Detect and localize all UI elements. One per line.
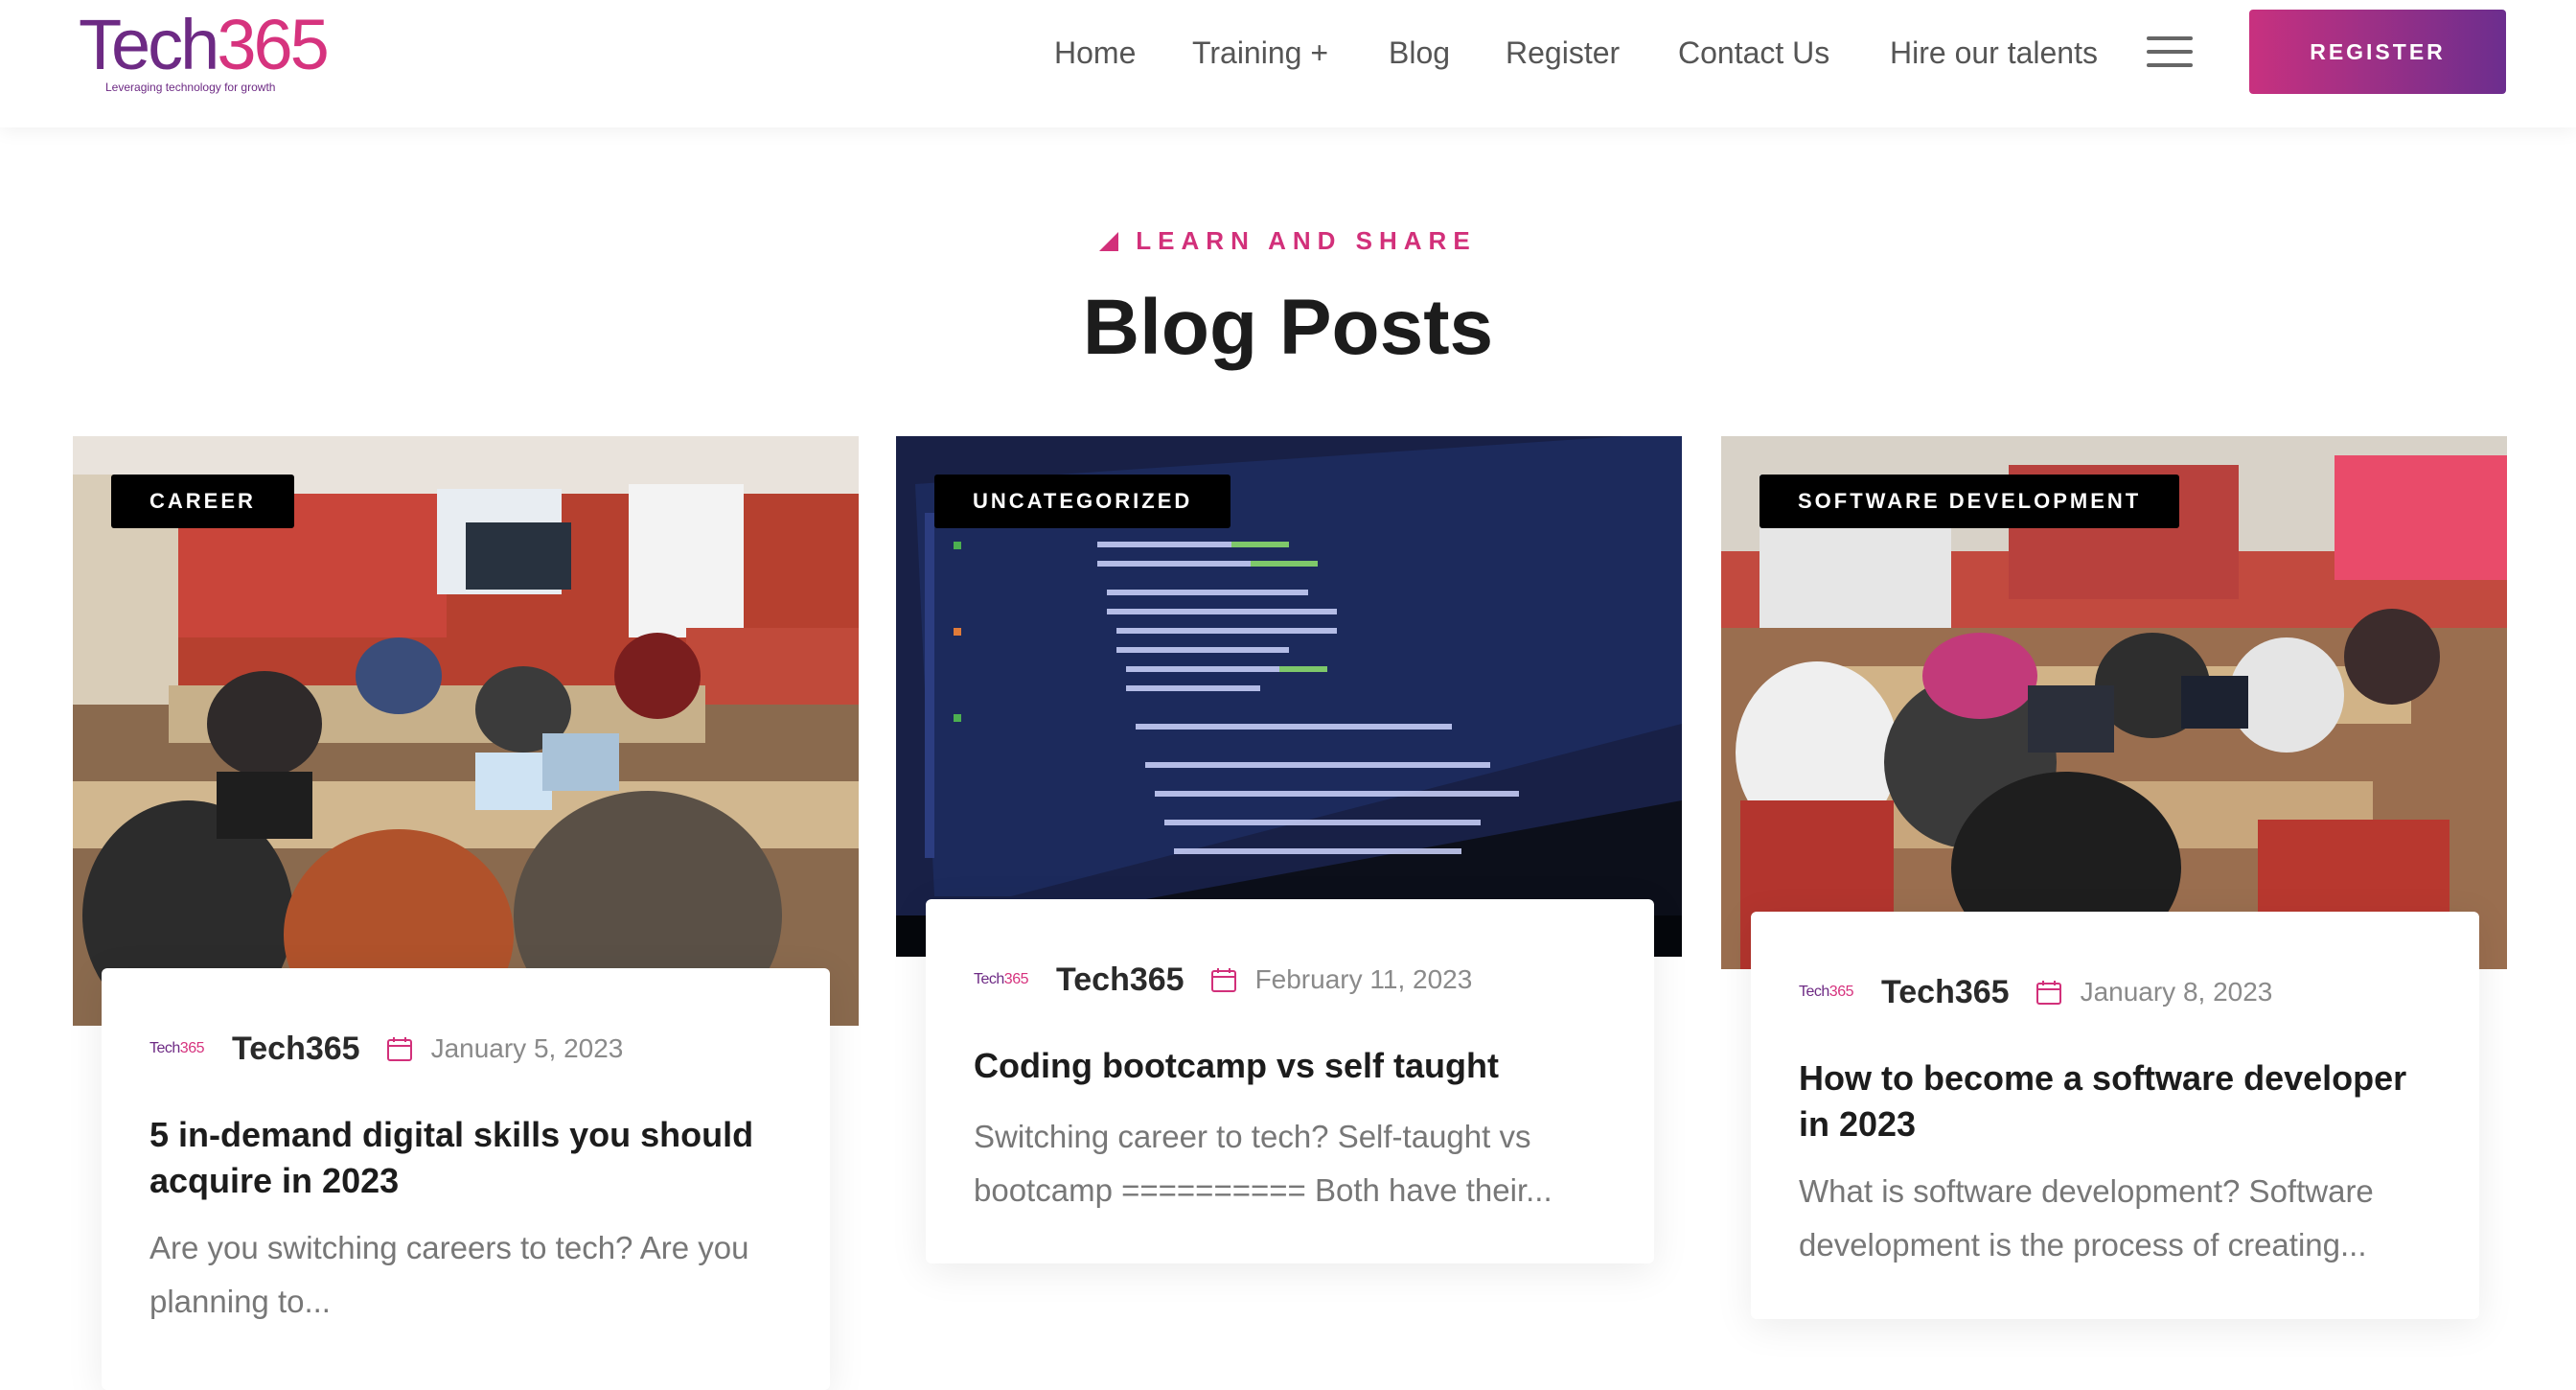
post-title[interactable]: 5 in-demand digital skills you should ac… [150,1112,792,1204]
post-image-training[interactable]: SOFTWARE DEVELOPMENT [1721,436,2507,969]
calendar-icon [386,1037,412,1061]
category-badge[interactable]: UNCATEGORIZED [934,475,1231,528]
post-date: January 5, 2023 [430,1033,624,1063]
nav-register[interactable]: Register [1506,31,1620,75]
post-author[interactable]: Tech365 [1056,961,1184,999]
author-avatar: Tech365 [974,971,1029,987]
post-excerpt: Switching career to tech? Self-taught vs… [974,1119,1552,1208]
post-image-code[interactable]: UNCATEGORIZED [896,436,1682,957]
nav-blog[interactable]: Blog [1389,31,1450,75]
category-badge[interactable]: SOFTWARE DEVELOPMENT [1760,475,2180,528]
post-meta: Tech365 Tech365 January 8, 2023 [1799,971,2272,1013]
logo-wordmark: Tech365 [79,5,330,84]
post-author[interactable]: Tech365 [1881,974,2010,1011]
register-button[interactable]: REGISTER [2249,10,2506,94]
logo-tagline: Leveraging technology for growth [105,81,276,94]
post-image-classroom[interactable]: CAREER [73,436,859,1026]
post-card[interactable]: Tech365 Tech365 February 11, 2023 Coding… [926,899,1654,1263]
triangle-icon [1099,232,1119,251]
nav-hire-our-talents[interactable]: Hire our talents [1890,31,2098,75]
post-title[interactable]: How to become a software developer in 20… [1799,1055,2441,1147]
site-logo[interactable]: Tech365 Leveraging technology for growth [79,5,330,95]
category-badge[interactable]: CAREER [111,475,294,528]
post-excerpt: Are you switching careers to tech? Are y… [150,1230,749,1319]
calendar-icon [1210,968,1236,992]
hamburger-menu-icon[interactable] [2147,36,2193,67]
post-title[interactable]: Coding bootcamp vs self taught [974,1043,1616,1089]
post-card[interactable]: Tech365 Tech365 January 8, 2023 How to b… [1751,912,2479,1319]
post-author[interactable]: Tech365 [232,1031,360,1068]
site-header: Tech365 Leveraging technology for growth… [0,0,2576,127]
nav-training[interactable]: Training + [1192,31,1328,75]
post-excerpt: What is software development? Software d… [1799,1173,2374,1263]
post-meta: Tech365 Tech365 February 11, 2023 [974,959,1472,1001]
post-date: January 8, 2023 [2080,977,2273,1007]
post-date: February 11, 2023 [1254,964,1473,994]
nav-home[interactable]: Home [1054,31,1136,75]
calendar-icon [2036,981,2061,1005]
post-card[interactable]: Tech365 Tech365 January 5, 2023 5 in-dem… [102,968,830,1390]
author-avatar: Tech365 [1799,984,1854,1000]
section-eyebrow: LEARN AND SHARE [0,226,2576,256]
nav-contact-us[interactable]: Contact Us [1678,31,1829,75]
section-heading: Blog Posts [1082,284,1494,371]
author-avatar: Tech365 [150,1040,205,1056]
post-meta: Tech365 Tech365 January 5, 2023 [150,1028,623,1070]
